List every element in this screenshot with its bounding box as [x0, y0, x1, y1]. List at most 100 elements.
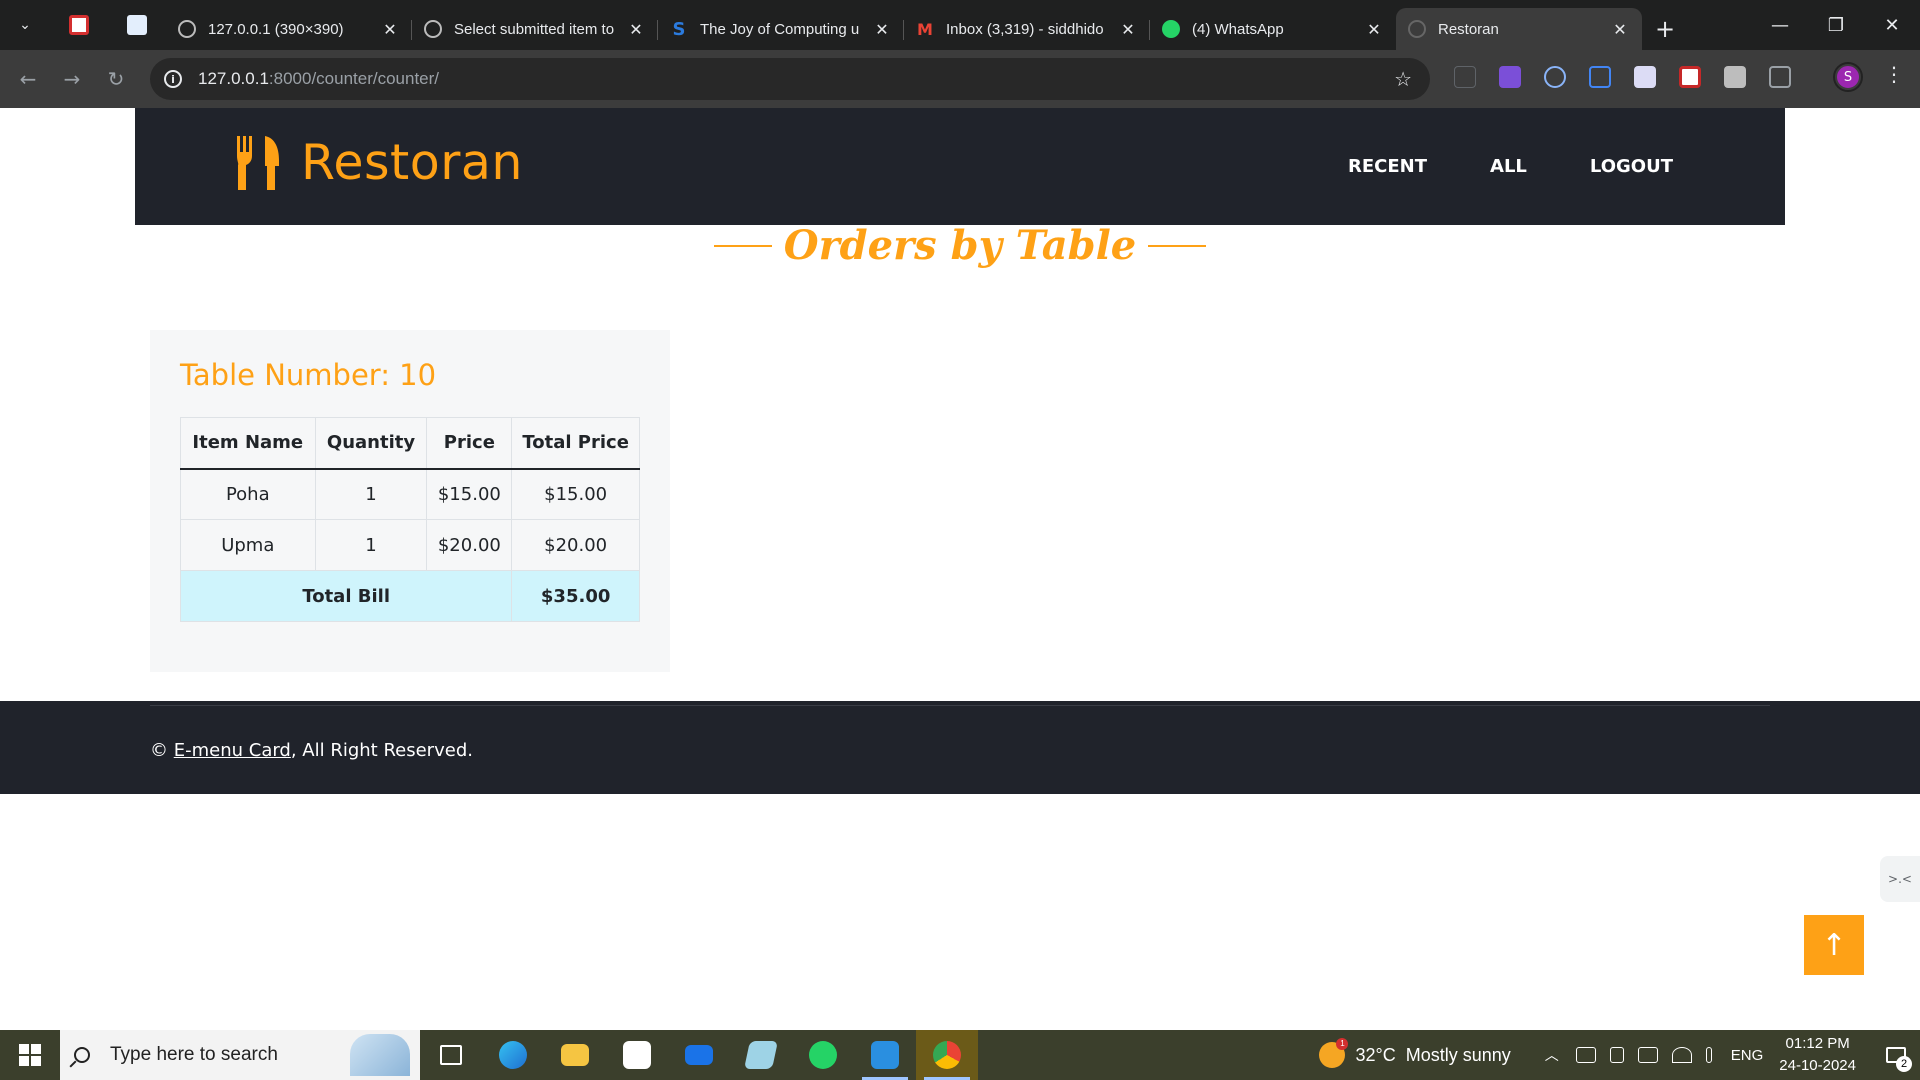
- total-bill-row: Total Bill $35.00: [179, 570, 640, 622]
- nav-menu: RECENT ALL LOGOUT: [1285, 156, 1673, 177]
- back-to-top-button[interactable]: ↑: [1804, 915, 1864, 975]
- close-icon[interactable]: ✕: [1364, 20, 1384, 39]
- item-name-cell: Poha: [180, 468, 316, 520]
- tab-4[interactable]: M Inbox (3,319) - siddhido ✕: [904, 8, 1150, 50]
- extension-check-icon[interactable]: [1499, 66, 1521, 88]
- brand-link[interactable]: Restoran: [235, 134, 523, 191]
- chrome-icon: [933, 1041, 961, 1069]
- nav-all-link[interactable]: ALL: [1490, 156, 1527, 177]
- table-number-heading: Table Number: 10: [180, 358, 437, 392]
- close-icon[interactable]: ✕: [626, 20, 646, 39]
- tab-1[interactable]: 127.0.0.1 (390×390) ✕: [166, 8, 412, 50]
- search-highlight-image: [350, 1034, 410, 1076]
- chevron-down-icon: ⌄: [19, 17, 31, 33]
- wifi-icon[interactable]: [1671, 1047, 1692, 1063]
- tab-2[interactable]: Select submitted item to ✕: [412, 8, 658, 50]
- profile-avatar[interactable]: S: [1835, 64, 1861, 90]
- pinned-tab-1[interactable]: [50, 0, 108, 50]
- arrow-left-icon: ←: [19, 67, 37, 91]
- side-panel-toggle[interactable]: >.<: [1880, 856, 1920, 902]
- notification-count: 2: [1896, 1056, 1912, 1072]
- section-heading: Orders by Table: [0, 222, 1920, 269]
- bookmark-star-icon[interactable]: ☆: [1394, 67, 1412, 91]
- heading-line-right: [1148, 244, 1207, 247]
- taskbar-chrome[interactable]: [916, 1030, 978, 1080]
- copyright-symbol: ©: [150, 740, 168, 761]
- taskbar-file-explorer[interactable]: [544, 1030, 606, 1080]
- show-hidden-icons-icon[interactable]: ︿: [1545, 1045, 1559, 1065]
- page-viewport: Restoran RECENT ALL LOGOUT Orders by Tab…: [0, 108, 1920, 1030]
- total-price-cell: $20.00: [511, 519, 640, 571]
- arrow-up-icon: ↑: [1821, 927, 1847, 963]
- url-text[interactable]: 127.0.0.1:8000/counter/counter/: [198, 69, 439, 89]
- taskbar-notepad[interactable]: [730, 1030, 792, 1080]
- language-indicator[interactable]: ENG: [1731, 1047, 1764, 1064]
- reload-button[interactable]: ↻: [94, 50, 138, 108]
- address-bar[interactable]: i 127.0.0.1:8000/counter/counter/ ☆: [150, 58, 1430, 100]
- browser-menu-icon[interactable]: ⋮: [1884, 62, 1904, 86]
- taskbar-search[interactable]: Type here to search: [60, 1030, 420, 1080]
- new-tab-button[interactable]: +: [1642, 8, 1688, 50]
- close-icon[interactable]: ✕: [1118, 20, 1138, 39]
- back-button[interactable]: ←: [6, 50, 50, 108]
- nav-logout-link[interactable]: LOGOUT: [1590, 156, 1673, 177]
- meet-icon[interactable]: [1609, 1047, 1624, 1063]
- task-view-button[interactable]: [420, 1030, 482, 1080]
- tab-title: (4) WhatsApp: [1192, 20, 1284, 38]
- footer-brand-link[interactable]: E-menu Card: [174, 740, 291, 761]
- extension-image-icon[interactable]: [1634, 66, 1656, 88]
- onedrive-icon[interactable]: [1575, 1047, 1596, 1063]
- site-info-icon[interactable]: i: [164, 70, 182, 88]
- pinned-tab-2[interactable]: [108, 0, 166, 50]
- close-icon[interactable]: ✕: [1610, 20, 1630, 39]
- collapse-icon: >.<: [1888, 872, 1912, 886]
- url-path: :8000/counter/counter/: [268, 69, 440, 88]
- battery-icon[interactable]: [1637, 1047, 1658, 1063]
- loading-icon: [1408, 20, 1426, 38]
- globe-icon: [424, 20, 442, 38]
- site-footer: © E-menu Card, All Right Reserved.: [0, 701, 1920, 794]
- extension-crop-icon[interactable]: [1589, 66, 1611, 88]
- tab-3[interactable]: S The Joy of Computing u ✕: [658, 8, 904, 50]
- start-button[interactable]: [0, 1030, 60, 1080]
- taskbar-mail[interactable]: [668, 1030, 730, 1080]
- column-header: Total Price: [511, 417, 640, 470]
- tab-6-active[interactable]: Restoran ✕: [1396, 8, 1642, 50]
- table-header-row: Item Name Quantity Price Total Price: [180, 417, 640, 470]
- restore-button[interactable]: ❐: [1808, 0, 1864, 50]
- footer-divider: [150, 705, 1770, 706]
- weather-widget[interactable]: 1 32°C Mostly sunny: [1319, 1038, 1511, 1068]
- pen-icon[interactable]: [1705, 1047, 1712, 1063]
- window-controls: — ❐ ✕: [1752, 0, 1920, 50]
- tab-title: Select submitted item to: [454, 20, 615, 38]
- globe-icon: [178, 20, 196, 38]
- taskbar-store[interactable]: [606, 1030, 668, 1080]
- clock[interactable]: 01:12 PM 24-10-2024: [1779, 1033, 1856, 1077]
- tab-5[interactable]: (4) WhatsApp ✕: [1150, 8, 1396, 50]
- taskbar-edge[interactable]: [482, 1030, 544, 1080]
- extension-gear-icon[interactable]: [1544, 66, 1566, 88]
- clock-time: 01:12 PM: [1785, 1035, 1850, 1052]
- extension-qr-icon[interactable]: [1724, 66, 1746, 88]
- taskbar-vscode[interactable]: [854, 1030, 916, 1080]
- whatsapp-icon: [1162, 20, 1180, 38]
- taskbar-whatsapp[interactable]: [792, 1030, 854, 1080]
- weather-sun-icon: 1: [1319, 1038, 1349, 1068]
- close-icon[interactable]: ✕: [380, 20, 400, 39]
- task-view-icon: [440, 1045, 462, 1065]
- nav-recent-link[interactable]: RECENT: [1348, 156, 1427, 177]
- brand-name: Restoran: [301, 134, 523, 191]
- reading-mode-icon[interactable]: [1454, 66, 1476, 88]
- close-icon[interactable]: ✕: [872, 20, 892, 39]
- weather-badge: 1: [1336, 1038, 1349, 1050]
- tab-search-button[interactable]: ⌄: [0, 0, 50, 50]
- notification-center-button[interactable]: 2: [1872, 1030, 1920, 1080]
- forward-button[interactable]: →: [50, 50, 94, 108]
- extensions-puzzle-icon[interactable]: [1769, 66, 1791, 88]
- gmail-icon: M: [917, 19, 933, 39]
- minimize-button[interactable]: —: [1752, 0, 1808, 50]
- price-cell: $15.00: [426, 468, 513, 520]
- close-window-button[interactable]: ✕: [1864, 0, 1920, 50]
- total-price-cell: $15.00: [511, 468, 640, 520]
- extension-record-icon[interactable]: [1679, 66, 1701, 88]
